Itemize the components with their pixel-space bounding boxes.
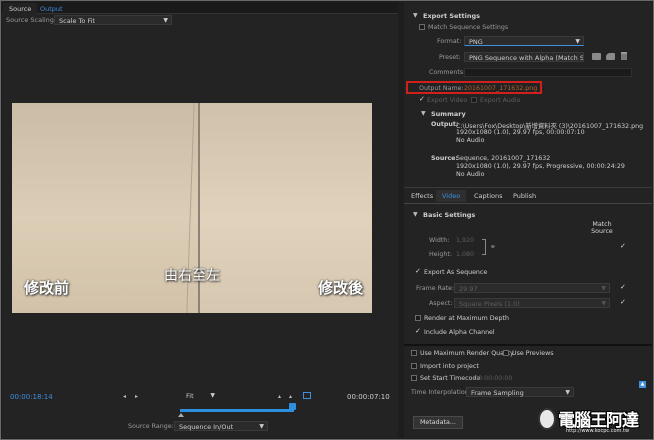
screenshot-border — [0, 0, 654, 440]
